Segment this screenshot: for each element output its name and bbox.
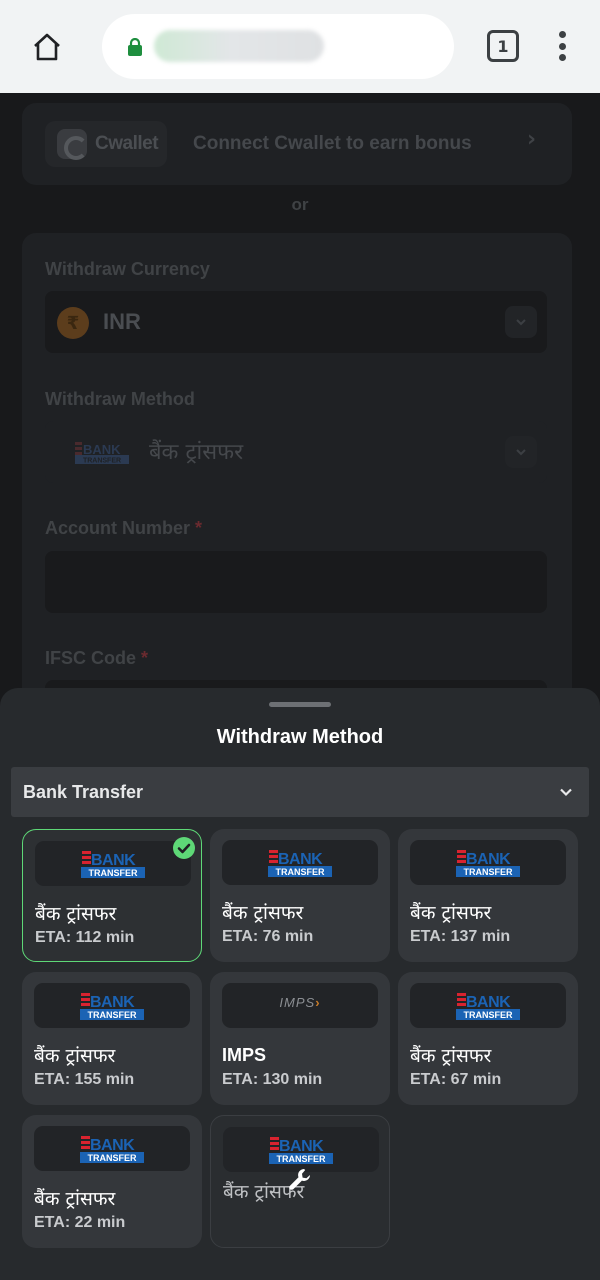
method-name: बैंक ट्रांसफर: [410, 1045, 492, 1067]
lock-icon: [128, 38, 142, 56]
method-category-dropdown[interactable]: Bank Transfer: [11, 767, 589, 817]
or-divider: or: [291, 195, 309, 214]
connect-cwallet-text: Connect Cwallet to earn bonus: [193, 133, 472, 154]
method-logo-box: BANK TRANSFER: [410, 840, 566, 885]
svg-text:BANK: BANK: [90, 1137, 135, 1154]
home-icon[interactable]: [28, 28, 66, 66]
svg-text:TRANSFER: TRANSFER: [89, 868, 138, 878]
method-value: बैंक ट्रांसफर: [149, 440, 244, 465]
withdraw-method-label: Withdraw Method: [45, 389, 195, 409]
svg-text:TRANSFER: TRANSFER: [464, 867, 513, 877]
browser-toolbar: 1: [0, 0, 600, 93]
method-card-maintenance[interactable]: BANK TRANSFER बैंक ट्रांसफर: [210, 1115, 390, 1248]
svg-text:TRANSFER: TRANSFER: [276, 867, 325, 877]
chevron-right-icon: ›: [527, 127, 537, 152]
svg-text:TRANSFER: TRANSFER: [464, 1010, 513, 1020]
method-name: बैंक ट्रांसफर: [222, 902, 304, 924]
chevron-down-icon: [505, 436, 537, 468]
wrench-icon: [289, 1169, 310, 1190]
method-name: IMPS: [222, 1045, 267, 1065]
svg-text:BANK: BANK: [90, 994, 135, 1011]
bank-transfer-logo: BANK TRANSFER: [80, 993, 144, 1020]
svg-text:BANK: BANK: [91, 852, 136, 869]
cwallet-connect-card[interactable]: Cwallet Connect Cwallet to earn bonus ›: [22, 103, 572, 185]
method-name: बैंक ट्रांसफर: [410, 902, 492, 924]
bank-transfer-logo: BANK TRANSFER: [269, 1137, 333, 1164]
method-eta: ETA: 67 min: [410, 1071, 502, 1088]
method-name: बैंक ट्रांसफर: [34, 1045, 116, 1067]
sheet-title: Withdraw Method: [216, 726, 384, 748]
account-number-input[interactable]: [45, 551, 547, 613]
method-logo-box: BANK TRANSFER: [34, 983, 190, 1028]
method-card[interactable]: BANK TRANSFER बैंक ट्रांसफर ETA: 155 min: [22, 972, 202, 1105]
method-card[interactable]: BANK TRANSFER बैंक ट्रांसफर ETA: 76 min: [210, 829, 390, 962]
svg-text:BANK: BANK: [466, 851, 511, 868]
method-eta: ETA: 112 min: [35, 929, 135, 946]
method-card[interactable]: BANK TRANSFER बैंक ट्रांसफर ETA: 137 min: [398, 829, 578, 962]
withdraw-currency-label: Withdraw Currency: [45, 259, 210, 279]
method-logo-box: BANK TRANSFER: [410, 983, 566, 1028]
method-eta: ETA: 155 min: [34, 1071, 135, 1088]
cwallet-logo: Cwallet: [45, 121, 167, 167]
withdraw-method-sheet: Withdraw Method Bank Transfer BANK TRANS…: [0, 688, 600, 1280]
method-card[interactable]: BANK TRANSFER बैंक ट्रांसफर ETA: 112 min: [22, 829, 202, 962]
cwallet-icon: [57, 129, 88, 160]
address-bar[interactable]: [102, 14, 454, 79]
chevron-down-icon: [505, 306, 537, 338]
method-eta: ETA: 76 min: [222, 928, 314, 945]
method-card[interactable]: IMPS› IMPS ETA: 130 min: [210, 972, 390, 1105]
method-eta: ETA: 22 min: [34, 1214, 126, 1231]
bank-transfer-logo: BANK TRANSFER: [456, 850, 520, 877]
check-icon: [173, 837, 195, 859]
bank-transfer-logo: BANK TRANSFER: [75, 442, 129, 465]
method-logo-box: BANK TRANSFER: [35, 841, 191, 886]
svg-text:TRANSFER: TRANSFER: [83, 458, 121, 465]
bank-transfer-logo: BANK TRANSFER: [81, 851, 145, 878]
tab-switcher-button[interactable]: 1: [487, 30, 519, 62]
currency-value: INR: [103, 309, 141, 334]
currency-select[interactable]: ₹ INR: [45, 291, 547, 353]
bank-transfer-logo: BANK TRANSFER: [456, 993, 520, 1020]
method-select[interactable]: BANK TRANSFER बैंक ट्रांसफर: [45, 421, 547, 483]
method-eta: ETA: 130 min: [222, 1071, 323, 1088]
url-text: [154, 30, 324, 62]
dropdown-selected-value: Bank Transfer: [23, 782, 144, 802]
svg-text:BANK: BANK: [279, 1138, 324, 1155]
cwallet-logo-text: Cwallet: [95, 133, 159, 154]
method-card[interactable]: BANK TRANSFER बैंक ट्रांसफर ETA: 22 min: [22, 1115, 202, 1248]
svg-text:TRANSFER: TRANSFER: [88, 1010, 137, 1020]
method-eta: ETA: 137 min: [410, 928, 511, 945]
ifsc-code-label: IFSC Code *: [45, 648, 149, 668]
imps-logo: IMPS›: [279, 995, 321, 1010]
method-logo-box: BANK TRANSFER: [34, 1126, 190, 1171]
chevron-down-icon: [560, 788, 572, 797]
bank-transfer-logo: BANK TRANSFER: [80, 1136, 144, 1163]
bank-transfer-logo: BANK TRANSFER: [268, 850, 332, 877]
method-logo-box: BANK TRANSFER: [222, 840, 378, 885]
svg-text:BANK: BANK: [466, 994, 511, 1011]
svg-text:TRANSFER: TRANSFER: [277, 1154, 326, 1164]
rupee-icon: ₹: [57, 307, 89, 339]
method-card[interactable]: BANK TRANSFER बैंक ट्रांसफर ETA: 67 min: [398, 972, 578, 1105]
svg-text:BANK: BANK: [278, 851, 323, 868]
more-options-icon[interactable]: [550, 28, 574, 64]
svg-text:BANK: BANK: [83, 442, 121, 457]
method-name: बैंक ट्रांसफर: [34, 1188, 116, 1210]
account-number-label: Account Number *: [45, 518, 203, 538]
svg-text:TRANSFER: TRANSFER: [88, 1153, 137, 1163]
method-name: बैंक ट्रांसफर: [35, 903, 117, 925]
method-logo-box: IMPS›: [222, 983, 378, 1028]
sheet-drag-handle[interactable]: [269, 702, 331, 707]
